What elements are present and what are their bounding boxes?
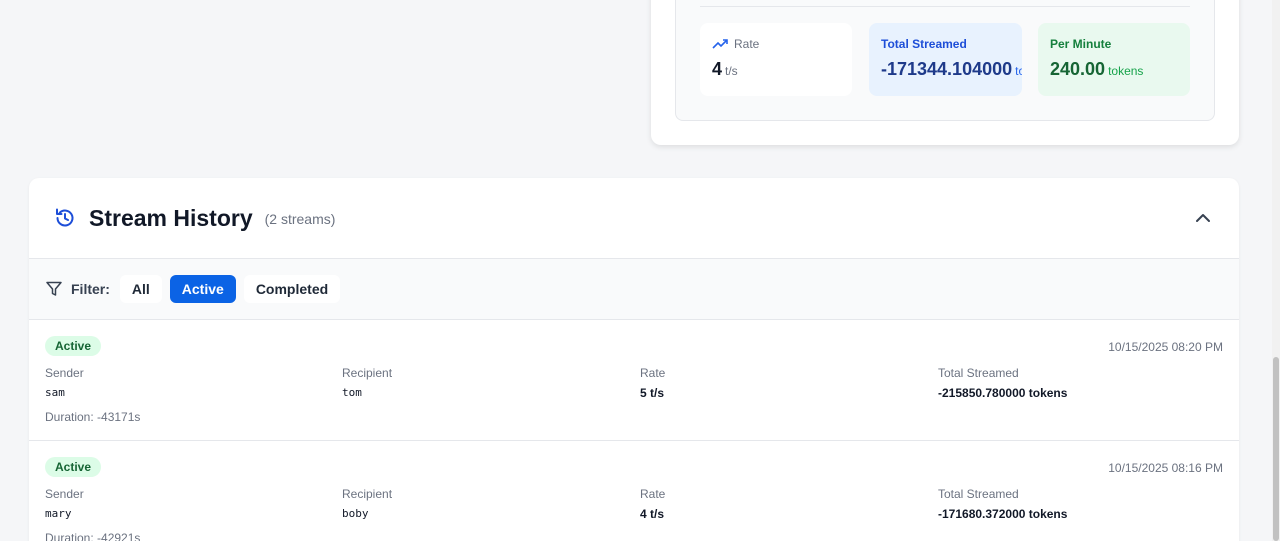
stats-divider xyxy=(700,6,1190,7)
stream-duration: Duration: -42921s xyxy=(45,531,141,541)
stream-history-card: Stream History (2 streams) Filter: All A… xyxy=(29,178,1239,541)
filter-label: Filter: xyxy=(71,281,110,297)
stream-history-title: Stream History xyxy=(89,204,253,231)
sender-field: Sender sam xyxy=(45,366,84,399)
rate-value: 4 t/s xyxy=(640,507,665,521)
total-streamed-label: Total Streamed xyxy=(881,37,967,51)
total-streamed-field-value: -171680.372000 tokens xyxy=(938,507,1068,521)
per-minute-label: Per Minute xyxy=(1050,37,1112,51)
trending-up-icon xyxy=(712,39,728,49)
recipient-field: Recipient tom xyxy=(342,366,392,399)
per-minute-value: 240.00 xyxy=(1050,59,1106,79)
rate-stat-unit: t/s xyxy=(725,64,738,78)
stream-history-header: Stream History (2 streams) xyxy=(29,178,1239,259)
scrollbar-track[interactable] xyxy=(1272,0,1280,541)
total-streamed-unit: tokens xyxy=(1015,64,1022,78)
filter-all-button[interactable]: All xyxy=(119,275,162,303)
filter-active-button[interactable]: Active xyxy=(169,275,236,303)
sender-value: mary xyxy=(45,507,72,520)
rate-label: Rate xyxy=(640,366,666,380)
total-streamed-field-value: -215850.780000 tokens xyxy=(938,386,1068,400)
stream-row[interactable]: Active 10/15/2025 08:20 PM Sender sam Re… xyxy=(29,320,1239,441)
recipient-field: Recipient boby xyxy=(342,487,392,520)
total-streamed-field: Total Streamed -171680.372000 tokens xyxy=(938,487,1067,521)
chevron-up-icon xyxy=(1196,214,1210,222)
collapse-button[interactable] xyxy=(1191,206,1215,230)
stream-stats-card: Rate 4 t/s Total Streamed -171344.104000 t… xyxy=(651,0,1239,145)
scrollbar-thumb[interactable] xyxy=(1273,357,1279,541)
sender-field: Sender mary xyxy=(45,487,84,520)
stream-row[interactable]: Active 10/15/2025 08:16 PM Sender mary R… xyxy=(29,441,1239,541)
rate-field: Rate 5 t/s xyxy=(640,366,665,400)
total-streamed-field-label: Total Streamed xyxy=(938,366,1019,380)
sender-label: Sender xyxy=(45,487,84,501)
status-badge: Active xyxy=(45,336,102,356)
rate-value: 5 t/s xyxy=(640,386,665,400)
filter-completed-button[interactable]: Completed xyxy=(243,275,341,303)
recipient-label: Recipient xyxy=(342,366,393,380)
stream-count: (2 streams) xyxy=(264,211,336,227)
recipient-value: tom xyxy=(342,386,362,399)
stream-date: 10/15/2025 08:20 PM xyxy=(1108,340,1223,354)
total-streamed-field-label: Total Streamed xyxy=(938,487,1019,501)
stream-duration: Duration: -43171s xyxy=(45,410,141,424)
per-minute-unit: tokens xyxy=(1108,64,1144,78)
stats-panel: Rate 4 t/s Total Streamed -171344.104000 t… xyxy=(675,0,1215,121)
rate-stat-value: 4 xyxy=(712,59,723,79)
total-streamed-stat: Total Streamed -171344.104000tokens xyxy=(869,23,1022,96)
rate-label: Rate xyxy=(640,487,666,501)
rate-field: Rate 4 t/s xyxy=(640,487,665,521)
rate-stat-label: Rate xyxy=(734,37,760,51)
filter-icon xyxy=(46,281,62,296)
sender-value: sam xyxy=(45,386,65,399)
recipient-value: boby xyxy=(342,507,369,520)
recipient-label: Recipient xyxy=(342,487,393,501)
per-minute-stat: Per Minute 240.00 tokens xyxy=(1038,23,1190,96)
filter-bar: Filter: All Active Completed xyxy=(29,259,1239,320)
total-streamed-field: Total Streamed -215850.780000 tokens xyxy=(938,366,1067,400)
total-streamed-value: -171344.104000 xyxy=(881,59,1013,79)
rate-stat: Rate 4 t/s xyxy=(700,23,852,96)
sender-label: Sender xyxy=(45,366,84,380)
history-icon xyxy=(56,208,74,227)
stream-date: 10/15/2025 08:16 PM xyxy=(1108,461,1223,475)
status-badge: Active xyxy=(45,457,102,477)
